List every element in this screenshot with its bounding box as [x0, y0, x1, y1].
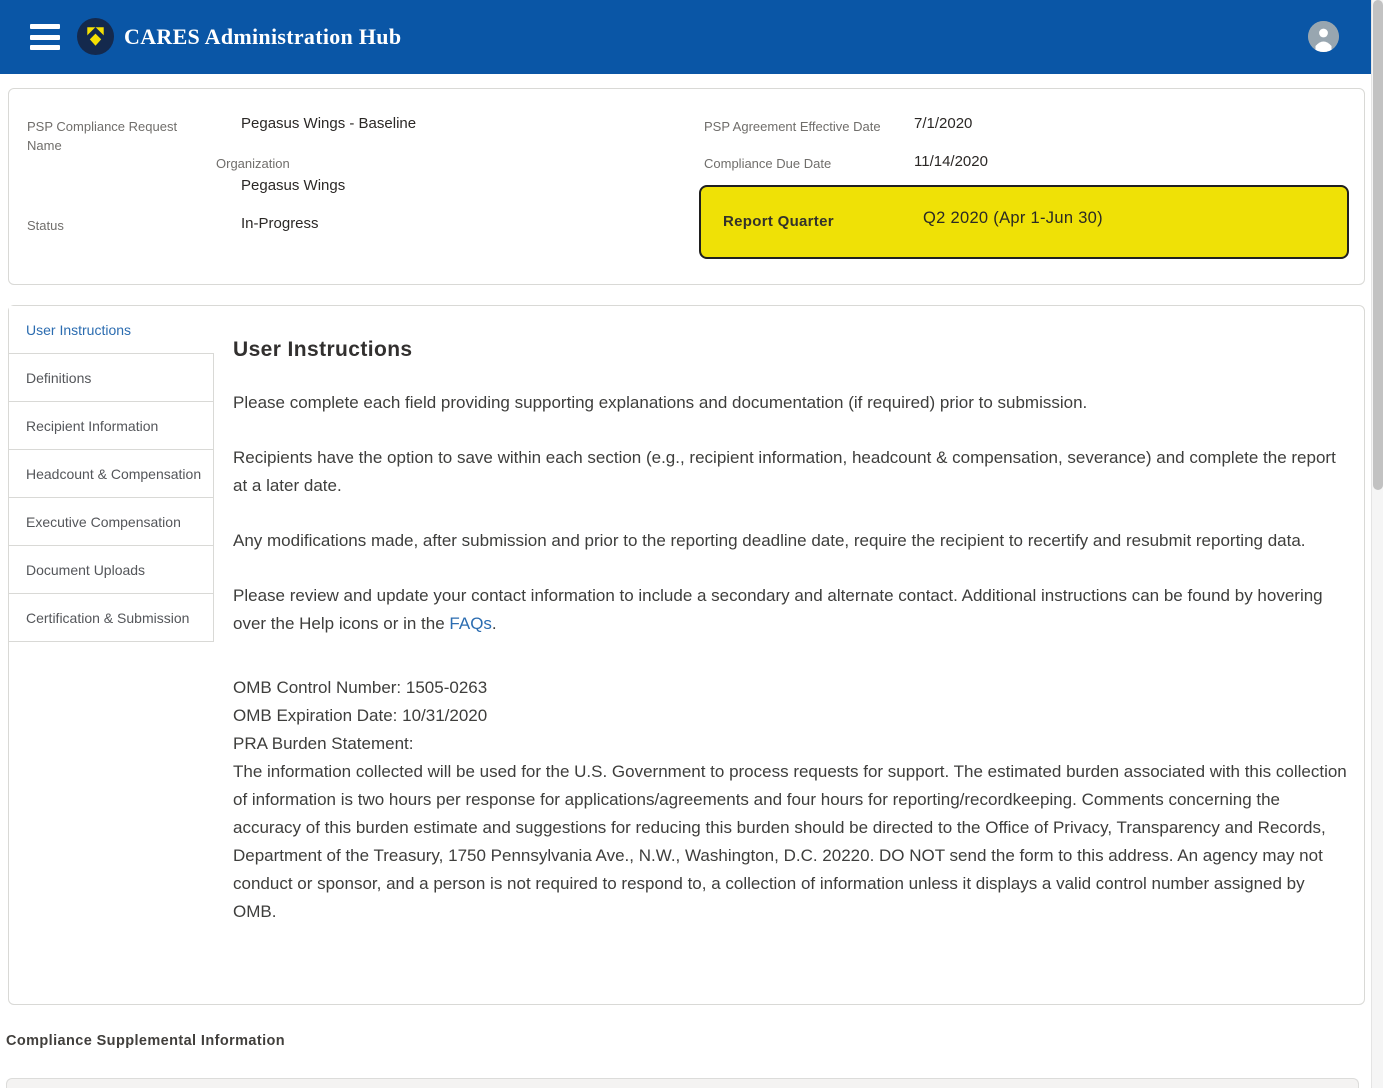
organization-label: Organization	[216, 154, 290, 173]
app-header: CARES Administration Hub	[0, 0, 1371, 74]
tab-label: Certification & Submission	[26, 610, 189, 626]
tab-user-instructions[interactable]: User Instructions	[9, 306, 214, 354]
report-quarter-label: Report Quarter	[723, 213, 834, 230]
due-date-label: Compliance Due Date	[704, 154, 831, 173]
section-tab-list: User Instructions Definitions Recipient …	[9, 306, 214, 642]
tab-document-uploads[interactable]: Document Uploads	[9, 546, 214, 594]
tab-label: Recipient Information	[26, 418, 158, 434]
organization-value: Pegasus Wings	[241, 175, 345, 196]
page-scrollbar-track[interactable]	[1371, 0, 1383, 1088]
instructions-paragraph-3: Any modifications made, after submission…	[233, 527, 1351, 555]
agreement-date-value: 7/1/2020	[914, 113, 972, 134]
faqs-link[interactable]: FAQs	[449, 614, 492, 633]
omb-expiration-date: OMB Expiration Date: 10/31/2020	[233, 702, 1351, 730]
request-name-value: Pegasus Wings - Baseline	[241, 113, 416, 134]
cares-logo-icon	[77, 18, 114, 55]
tab-label: User Instructions	[26, 322, 131, 338]
status-label: Status	[27, 216, 64, 235]
supplemental-section-title: Compliance Supplemental Information	[6, 1033, 285, 1049]
instructions-panel: User Instructions Definitions Recipient …	[8, 305, 1365, 1005]
tab-definitions[interactable]: Definitions	[9, 354, 214, 402]
instructions-paragraph-2: Recipients have the option to save withi…	[233, 444, 1351, 500]
pra-burden-label: PRA Burden Statement:	[233, 730, 1351, 758]
user-avatar-icon[interactable]	[1308, 21, 1339, 52]
content-heading: User Instructions	[233, 336, 1351, 364]
tab-certification-submission[interactable]: Certification & Submission	[9, 594, 214, 642]
report-quarter-value: Q2 2020 (Apr 1-Jun 30)	[923, 209, 1103, 228]
tab-label: Definitions	[26, 370, 91, 386]
request-name-label: PSP Compliance Request Name	[27, 117, 187, 155]
instructions-content: User Instructions Please complete each f…	[233, 306, 1351, 926]
paragraph-text: Please review and update your contact in…	[233, 586, 1323, 633]
paragraph-text: .	[492, 614, 497, 633]
page-scrollbar-thumb[interactable]	[1373, 0, 1383, 490]
omb-control-number: OMB Control Number: 1505-0263	[233, 674, 1351, 702]
pra-burden-text: The information collected will be used f…	[233, 758, 1351, 926]
compliance-record-panel: PSP Compliance Request Name Pegasus Wing…	[8, 88, 1365, 285]
tab-label: Headcount & Compensation	[26, 466, 201, 482]
tab-label: Executive Compensation	[26, 514, 181, 530]
instructions-paragraph-4: Please review and update your contact in…	[233, 582, 1351, 638]
agreement-date-label: PSP Agreement Effective Date	[704, 117, 881, 136]
due-date-value: 11/14/2020	[914, 151, 988, 172]
tab-label: Document Uploads	[26, 562, 145, 578]
hamburger-menu-icon[interactable]	[30, 24, 60, 50]
instructions-paragraph-1: Please complete each field providing sup…	[233, 389, 1351, 417]
tab-recipient-information[interactable]: Recipient Information	[9, 402, 214, 450]
page-title: CARES Administration Hub	[124, 0, 401, 74]
tab-executive-compensation[interactable]: Executive Compensation	[9, 498, 214, 546]
tab-headcount-compensation[interactable]: Headcount & Compensation	[9, 450, 214, 498]
report-quarter-highlight: Report Quarter Q2 2020 (Apr 1-Jun 30)	[699, 185, 1349, 259]
omb-statement-block: OMB Control Number: 1505-0263 OMB Expira…	[233, 674, 1351, 926]
status-value: In-Progress	[241, 213, 319, 234]
supplemental-panel-header	[6, 1078, 1359, 1088]
